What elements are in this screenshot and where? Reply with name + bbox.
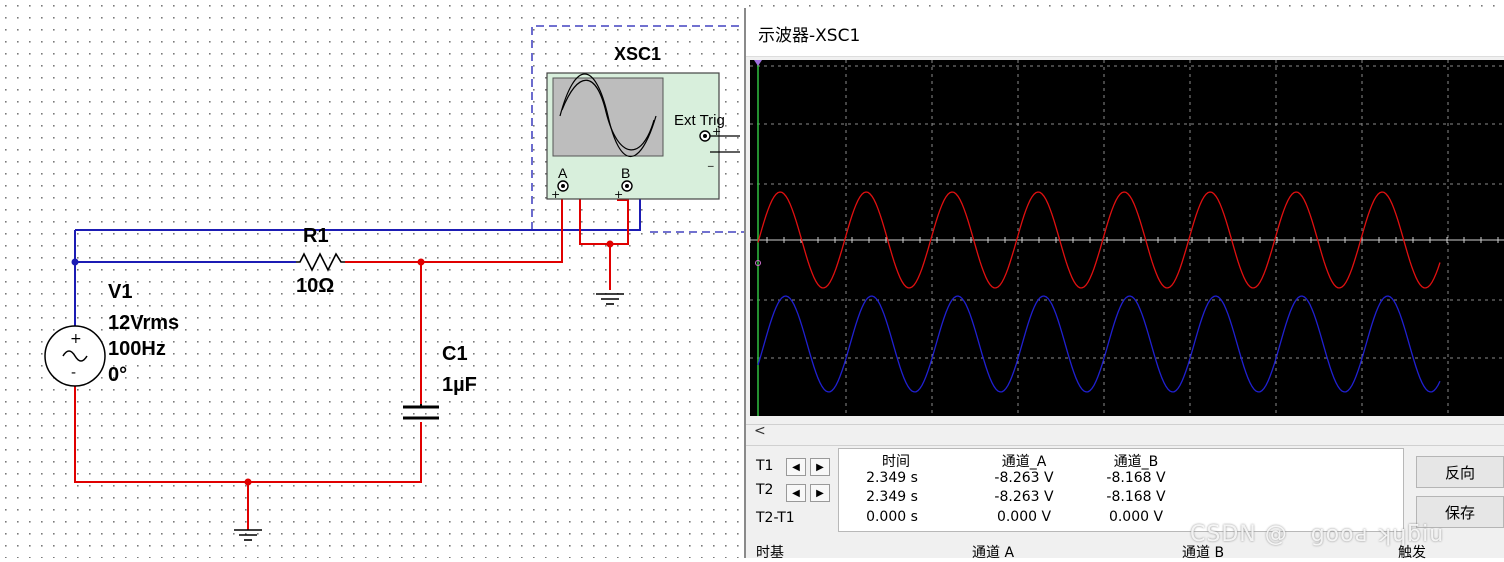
- oscilloscope-window[interactable]: 示波器-XSC1 < T1 ◀ ▶ T2 ◀ ▶ T2-T1 时间 通道_A 通…: [744, 8, 1504, 561]
- channel-b-plus: +: [614, 188, 623, 201]
- channel-a-settings-label: 通道 A: [972, 545, 1015, 561]
- t1-right-button[interactable]: ▶: [810, 458, 830, 476]
- t1-label: T1: [756, 458, 774, 474]
- channel-a-label: A: [558, 165, 568, 181]
- ext-trig-plus: +: [712, 125, 721, 138]
- horizontal-scrollbar[interactable]: <: [746, 423, 1504, 446]
- row1-channel-a: -8.263 V: [994, 470, 1054, 486]
- row2-time: 2.349 s: [866, 489, 918, 505]
- header-time: 时间: [882, 454, 910, 470]
- row1-channel-b: -8.168 V: [1106, 470, 1166, 486]
- scroll-left-arrow[interactable]: <: [754, 423, 766, 439]
- channel-b-label: B: [621, 165, 630, 181]
- source-voltage: 12Vrms: [108, 312, 179, 334]
- window-titlebar[interactable]: 示波器-XSC1: [746, 8, 1504, 57]
- row1-time: 2.349 s: [866, 470, 918, 486]
- source-name: V1: [108, 281, 132, 303]
- cursor-t1-marker: [754, 60, 762, 66]
- watermark: CSDN @ gооԁ ʞɥƃiu: [1190, 522, 1445, 547]
- t1-left-button[interactable]: ◀: [786, 458, 806, 476]
- junction-node: [71, 258, 79, 266]
- ac-source-symbol[interactable]: + -: [44, 325, 106, 387]
- capacitor-name: C1: [442, 343, 468, 365]
- scope-name: XSC1: [614, 44, 661, 64]
- t2-left-button[interactable]: ◀: [786, 484, 806, 502]
- cursor-panel: T1 ◀ ▶ T2 ◀ ▶ T2-T1: [750, 448, 832, 530]
- capacitor-value: 1µF: [442, 374, 477, 396]
- row3-channel-b: 0.000 V: [1108, 509, 1164, 525]
- row3-time: 0.000 s: [866, 509, 918, 525]
- window-title: 示波器-XSC1: [758, 26, 861, 46]
- resistor-name: R1: [303, 225, 329, 247]
- t2-label: T2: [756, 482, 774, 498]
- source-frequency: 100Hz: [108, 338, 166, 360]
- row2-channel-a: -8.263 V: [994, 489, 1054, 505]
- channel-a-plus: +: [551, 188, 560, 201]
- row2-channel-b: -8.168 V: [1106, 489, 1166, 505]
- row3-channel-a: 0.000 V: [996, 509, 1052, 525]
- source-phase: 0°: [108, 364, 127, 386]
- t2-right-button[interactable]: ▶: [810, 484, 830, 502]
- svg-text:+: +: [70, 331, 82, 347]
- scope-screen[interactable]: [750, 60, 1504, 416]
- t2-t1-label: T2-T1: [756, 510, 795, 526]
- svg-text:-: -: [71, 365, 76, 381]
- reverse-button[interactable]: 反向: [1416, 456, 1504, 488]
- resistor-value: 10Ω: [296, 275, 334, 297]
- header-channel-b: 通道_B: [1113, 454, 1159, 470]
- header-channel-a: 通道_A: [1001, 454, 1047, 470]
- channel-b-trace: [757, 295, 1441, 393]
- ext-trig-minus: _: [707, 154, 714, 167]
- timebase-label: 时基: [756, 545, 784, 561]
